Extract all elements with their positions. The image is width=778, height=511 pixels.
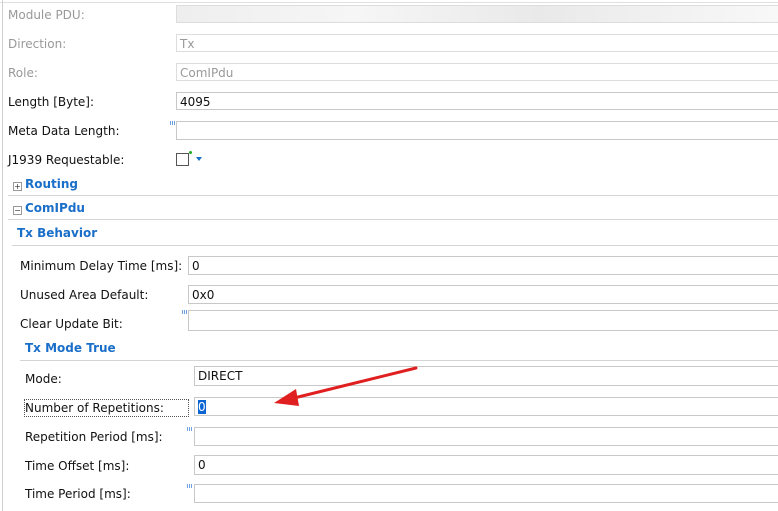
annotation-arrow-icon [274, 366, 418, 406]
